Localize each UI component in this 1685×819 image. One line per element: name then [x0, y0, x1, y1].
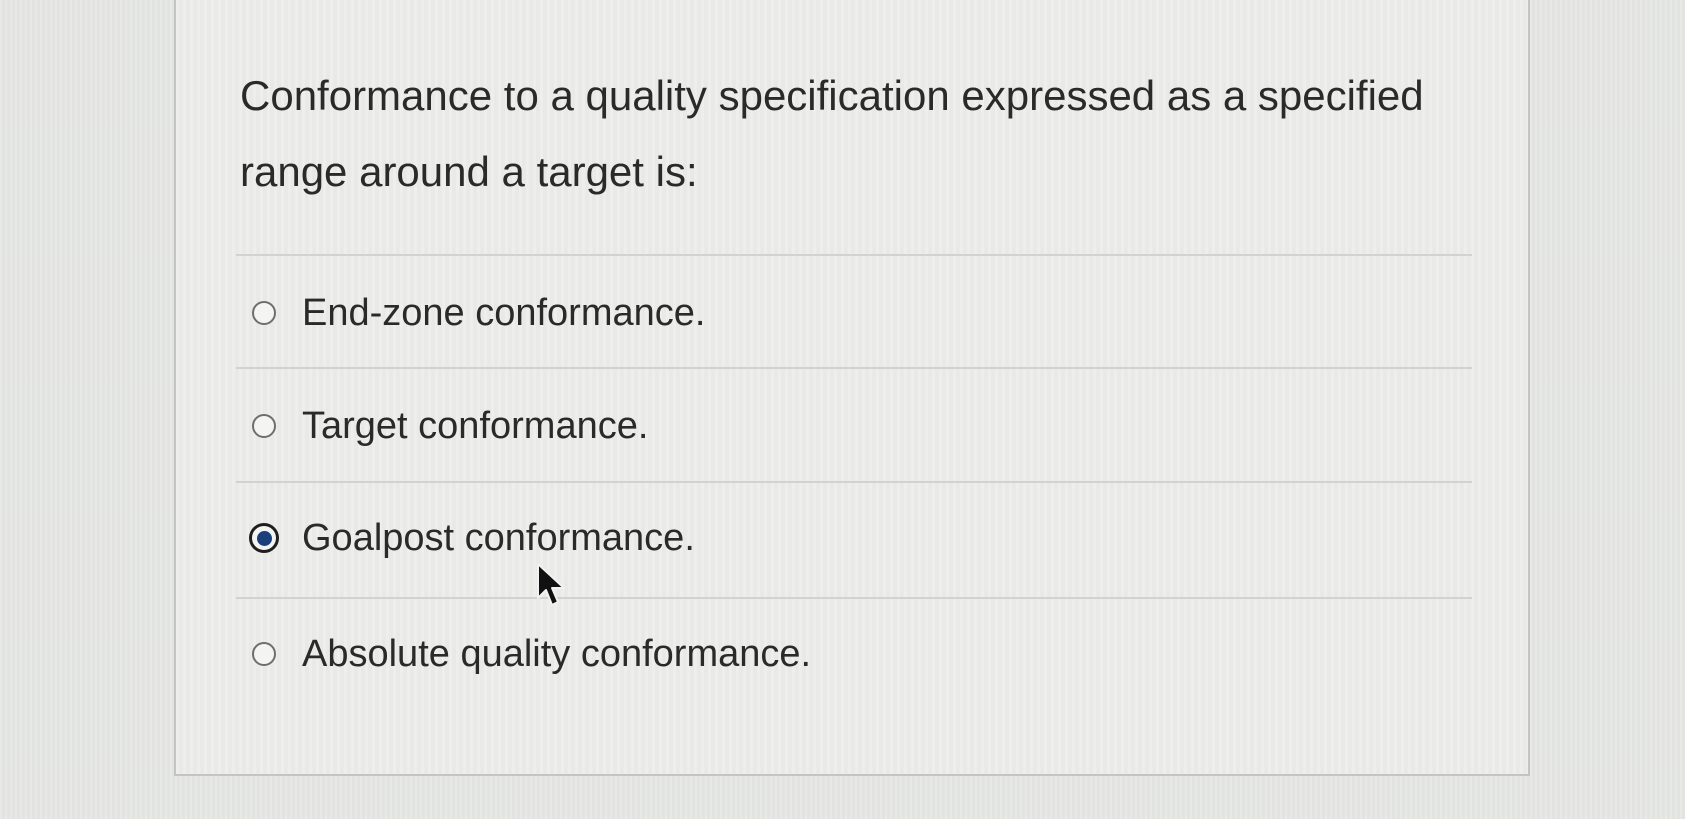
divider — [236, 254, 1472, 256]
question-text: Conformance to a quality specification e… — [240, 72, 1424, 195]
mouse-pointer-icon — [537, 563, 565, 606]
option-absolute-quality[interactable]: Absolute quality conformance. — [252, 624, 811, 684]
option-label: Absolute quality conformance. — [302, 632, 812, 675]
divider — [236, 481, 1472, 483]
option-label: End-zone conformance. — [302, 291, 706, 334]
option-label: Goalpost conformance. — [302, 516, 695, 559]
divider — [236, 367, 1472, 369]
option-target[interactable]: Target conformance. — [252, 396, 648, 456]
option-goalpost[interactable]: Goalpost conformance. — [249, 508, 695, 568]
radio-button[interactable] — [252, 301, 276, 325]
divider — [236, 597, 1472, 599]
radio-selected-dot — [256, 530, 272, 546]
option-label: Target conformance. — [302, 404, 649, 447]
radio-button-selected[interactable] — [249, 523, 279, 553]
option-end-zone[interactable]: End-zone conformance. — [252, 283, 705, 343]
radio-button[interactable] — [252, 642, 276, 666]
question-card: Conformance to a quality specification e… — [174, 0, 1530, 776]
radio-button[interactable] — [252, 414, 276, 438]
